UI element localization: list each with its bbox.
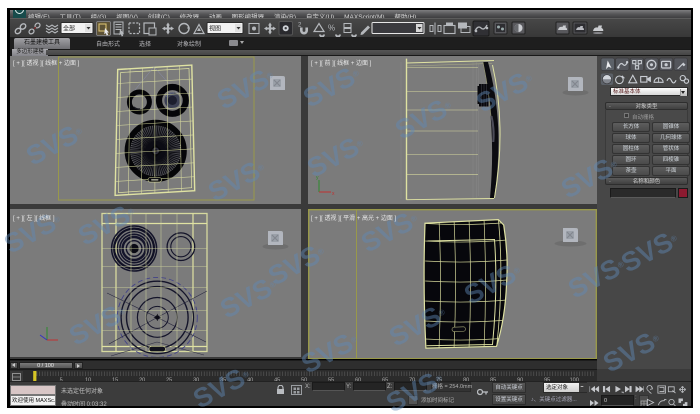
svg-text:%: % [328, 24, 335, 33]
svg-text:x: x [332, 191, 335, 197]
svg-text:视图: 视图 [209, 25, 221, 33]
svg-text:全部: 全部 [63, 25, 75, 33]
